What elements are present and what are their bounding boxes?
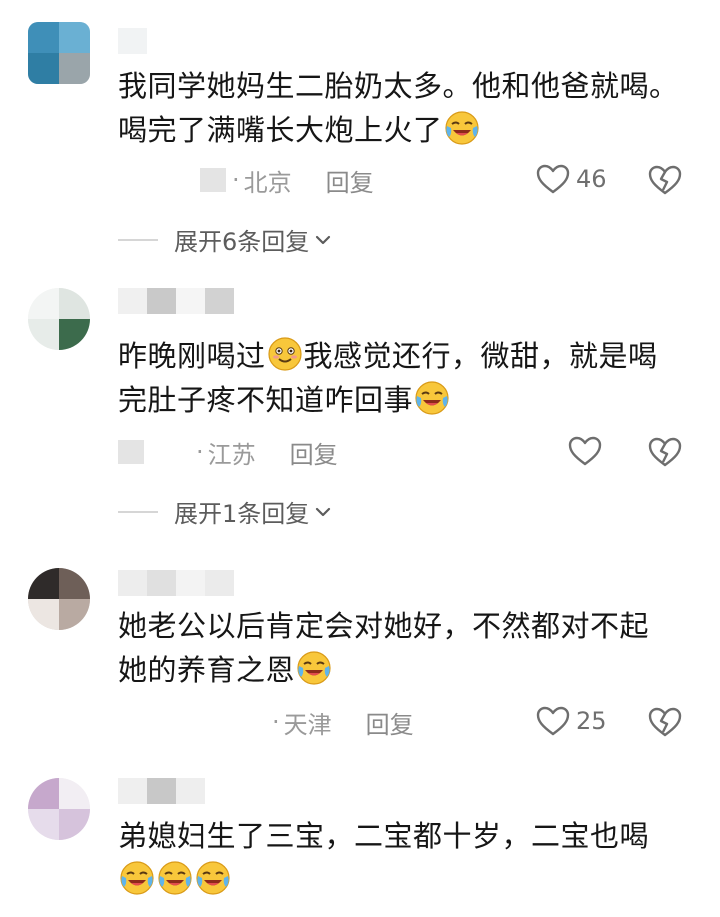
laughing-crying-emoji-icon xyxy=(157,860,193,896)
date-masked xyxy=(200,168,226,192)
comment-meta: · 江苏 回复 xyxy=(118,434,338,470)
comment-text: 我同学她妈生二胎奶太多。他和他爸就喝。 喝完了满嘴长大炮上火了 xyxy=(118,64,688,152)
comment-2: 昨晚刚喝过 我感觉还行，微甜，就是喝 完肚子疼不知道咋回事 · 江苏 回复 展开1… xyxy=(0,280,720,550)
like-button[interactable]: 46 xyxy=(536,164,607,194)
expand-replies-label: 展开1条回复 xyxy=(174,500,310,528)
comment-3: 她老公以后肯定会对她好，不然都对不起 她的养育之恩 · 天津 回复 25 xyxy=(0,560,720,760)
comment-text-line1a: 昨晚刚喝过 xyxy=(118,339,266,373)
like-count: 46 xyxy=(576,165,607,193)
chevron-down-icon xyxy=(313,230,333,250)
date-masked xyxy=(118,440,144,464)
like-button[interactable]: 25 xyxy=(536,706,607,736)
heart-outline-icon xyxy=(536,164,570,194)
avatar[interactable] xyxy=(28,288,90,350)
username-masked[interactable] xyxy=(118,28,147,54)
location-label: 北京 xyxy=(243,168,292,197)
chevron-down-icon xyxy=(313,502,333,522)
comment-1: 我同学她妈生二胎奶太多。他和他爸就喝。 喝完了满嘴长大炮上火了 · 北京 回复 … xyxy=(0,0,720,270)
comment-text: 她老公以后肯定会对她好，不然都对不起 她的养育之恩 xyxy=(118,604,688,692)
comment-text-line2: 喝完了满嘴长大炮上火了 xyxy=(118,113,443,147)
comment-text-line1: 我同学她妈生二胎奶太多。他和他爸就喝。 xyxy=(118,69,679,103)
reply-button[interactable]: 回复 xyxy=(366,705,414,740)
comment-meta: · 北京 回复 xyxy=(200,162,374,198)
broken-heart-icon[interactable] xyxy=(648,707,682,737)
username-masked[interactable] xyxy=(118,778,205,804)
comment-text-line1: 弟媳妇生了三宝，二宝都十岁，二宝也喝 xyxy=(118,819,650,853)
laughing-crying-emoji-icon xyxy=(414,380,450,416)
laughing-crying-emoji-icon xyxy=(296,650,332,686)
expand-replies-label: 展开6条回复 xyxy=(174,228,310,256)
expand-replies-button[interactable]: 展开1条回复 xyxy=(118,494,333,529)
comment-text-line1: 她老公以后肯定会对她好，不然都对不起 xyxy=(118,609,650,643)
blushing-smile-emoji-icon xyxy=(267,336,303,372)
reply-button[interactable]: 回复 xyxy=(326,163,374,198)
laughing-crying-emoji-icon xyxy=(195,860,231,896)
heart-outline-icon xyxy=(536,706,570,736)
avatar[interactable] xyxy=(28,778,90,840)
reply-button[interactable]: 回复 xyxy=(290,435,338,470)
laughing-crying-emoji-icon xyxy=(444,110,480,146)
username-masked[interactable] xyxy=(118,288,234,314)
broken-heart-icon[interactable] xyxy=(648,165,682,195)
comment-text-line2: 她的养育之恩 xyxy=(118,653,296,687)
comment-text: 弟媳妇生了三宝，二宝都十岁，二宝也喝 xyxy=(118,814,688,902)
laughing-crying-emoji-icon xyxy=(119,860,155,896)
comment-meta: · 天津 回复 xyxy=(272,704,414,740)
comment-4: 弟媳妇生了三宝，二宝都十岁，二宝也喝 xyxy=(0,770,720,917)
comment-text: 昨晚刚喝过 我感觉还行，微甜，就是喝 完肚子疼不知道咋回事 xyxy=(118,334,688,422)
like-button[interactable] xyxy=(568,436,608,466)
expand-replies-button[interactable]: 展开6条回复 xyxy=(118,222,333,257)
comment-text-line2: 完肚子疼不知道咋回事 xyxy=(118,383,414,417)
divider-line xyxy=(118,238,158,241)
like-count: 25 xyxy=(576,707,607,735)
divider-line xyxy=(118,510,158,513)
location-label: 天津 xyxy=(283,710,332,739)
avatar[interactable] xyxy=(28,22,90,84)
location-label: 江苏 xyxy=(207,440,256,469)
broken-heart-icon[interactable] xyxy=(648,437,682,467)
avatar[interactable] xyxy=(28,568,90,630)
username-masked[interactable] xyxy=(118,570,234,596)
comment-text-line1b: 我感觉还行，微甜，就是喝 xyxy=(303,339,658,373)
heart-outline-icon xyxy=(568,436,602,466)
